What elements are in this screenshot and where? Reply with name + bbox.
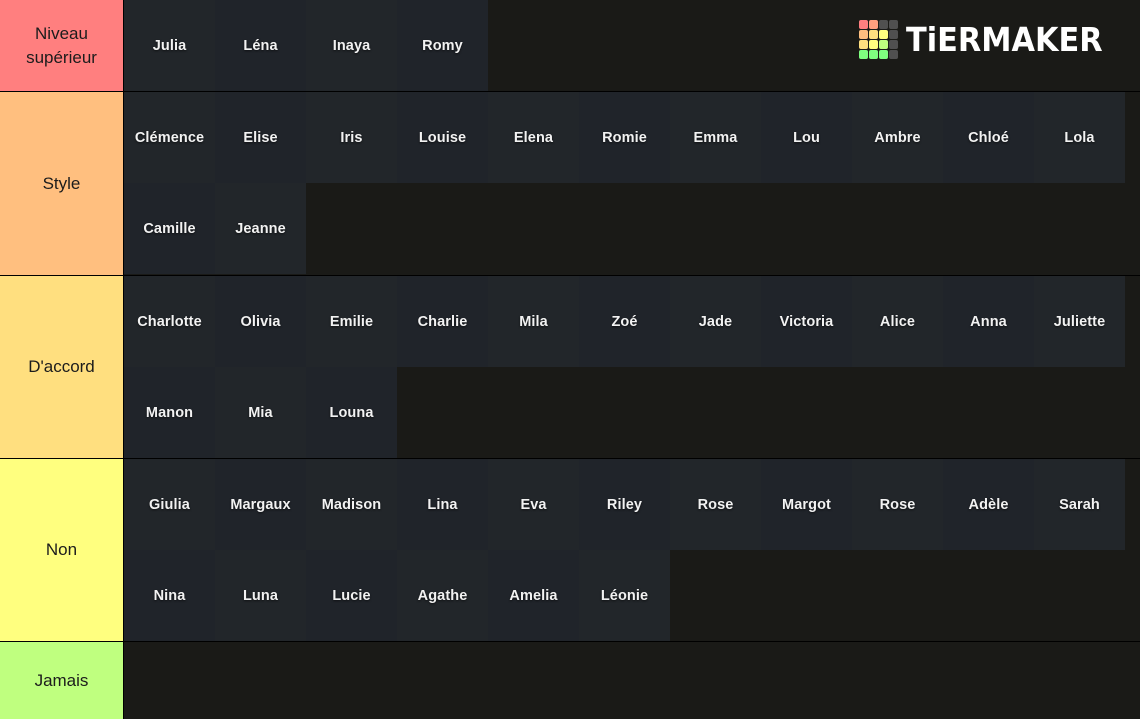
logo-square [869,40,879,49]
logo-square [869,20,879,29]
tier-item[interactable]: Madison [306,459,397,550]
logo-square [879,40,889,49]
tier-item[interactable]: Jade [670,276,761,367]
tiermaker-grid-icon [859,20,899,59]
logo-square [859,30,869,39]
tier-item[interactable]: Chloé [943,92,1034,183]
tier-item[interactable]: Rose [852,459,943,550]
tier-item[interactable]: Manon [124,367,215,458]
tier-item[interactable]: Margaux [215,459,306,550]
tier-item[interactable]: Iris [306,92,397,183]
tier-item[interactable]: Olivia [215,276,306,367]
tier-label-non[interactable]: Non [0,459,124,641]
logo-square [889,20,899,29]
tier-item[interactable]: Eva [488,459,579,550]
tier-row-1: Style Clémence Elise Iris Louise Elena Romie E… [0,92,1140,276]
tier-item[interactable]: Charlie [397,276,488,367]
tier-label-style[interactable]: Style [0,92,124,275]
tier-item[interactable]: Inaya [306,0,397,91]
tier-item[interactable]: Lou [761,92,852,183]
tier-item[interactable]: Romy [397,0,488,91]
tier-row-2: D'accord Charlotte Olivia Emilie Charlie Mil… [0,276,1140,459]
tier-item[interactable]: Emilie [306,276,397,367]
tier-items-3[interactable]: Giulia Margaux Madison Lina Eva Riley Rose Marg… [124,459,1140,641]
tier-item[interactable]: Adèle [943,459,1034,550]
tier-item[interactable]: Mia [215,367,306,458]
tier-item[interactable]: Mila [488,276,579,367]
tier-item[interactable]: Léonie [579,550,670,641]
tier-item[interactable]: Lucie [306,550,397,641]
tier-item[interactable]: Giulia [124,459,215,550]
tier-item[interactable]: Amelia [488,550,579,641]
tiermaker-logo[interactable]: TiERMAKER [859,20,1120,59]
tier-item[interactable]: Agathe [397,550,488,641]
logo-square [859,50,869,59]
logo-square [889,40,899,49]
tier-item[interactable]: Léna [215,0,306,91]
tier-item[interactable]: Elena [488,92,579,183]
tier-item[interactable]: Lola [1034,92,1125,183]
tier-items-1[interactable]: Clémence Elise Iris Louise Elena Romie Emma Lou… [124,92,1140,275]
tier-list-board: Niveau supérieur Julia Léna Inaya Romy Styl… [0,0,1140,719]
logo-square [869,30,879,39]
tier-item[interactable]: Jeanne [215,183,306,274]
tier-item[interactable]: Louna [306,367,397,458]
logo-square [879,50,889,59]
tier-label-niveau-superieur[interactable]: Niveau supérieur [0,0,124,91]
tier-item[interactable]: Julia [124,0,215,91]
tier-items-2[interactable]: Charlotte Olivia Emilie Charlie Mila Zoé Jade V… [124,276,1140,458]
logo-square [879,20,889,29]
tier-item[interactable]: Elise [215,92,306,183]
tier-item[interactable]: Louise [397,92,488,183]
tier-item[interactable]: Luna [215,550,306,641]
tier-item[interactable]: Clémence [124,92,215,183]
tier-item[interactable]: Victoria [761,276,852,367]
tier-item[interactable]: Anna [943,276,1034,367]
tier-row-3: Non Giulia Margaux Madison Lina Eva Riley Rose… [0,459,1140,642]
tier-item[interactable]: Zoé [579,276,670,367]
tier-item[interactable]: Riley [579,459,670,550]
tier-items-4[interactable] [124,642,1140,719]
tier-item[interactable]: Rose [670,459,761,550]
tier-item[interactable]: Alice [852,276,943,367]
tier-item[interactable]: Margot [761,459,852,550]
logo-square [869,50,879,59]
tier-item[interactable]: Camille [124,183,215,274]
logo-square [879,30,889,39]
tier-item[interactable]: Sarah [1034,459,1125,550]
tiermaker-logo-text: TiERMAKER [906,20,1103,59]
tier-item[interactable]: Ambre [852,92,943,183]
tier-row-4: Jamais [0,642,1140,719]
logo-square [859,40,869,49]
tier-item[interactable]: Nina [124,550,215,641]
tier-item[interactable]: Emma [670,92,761,183]
logo-square [889,50,899,59]
tier-item[interactable]: Charlotte [124,276,215,367]
tier-item[interactable]: Romie [579,92,670,183]
tier-label-daccord[interactable]: D'accord [0,276,124,458]
tier-item[interactable]: Lina [397,459,488,550]
tier-item[interactable]: Juliette [1034,276,1125,367]
logo-square [889,30,899,39]
logo-square [859,20,869,29]
tier-label-jamais[interactable]: Jamais [0,642,124,719]
